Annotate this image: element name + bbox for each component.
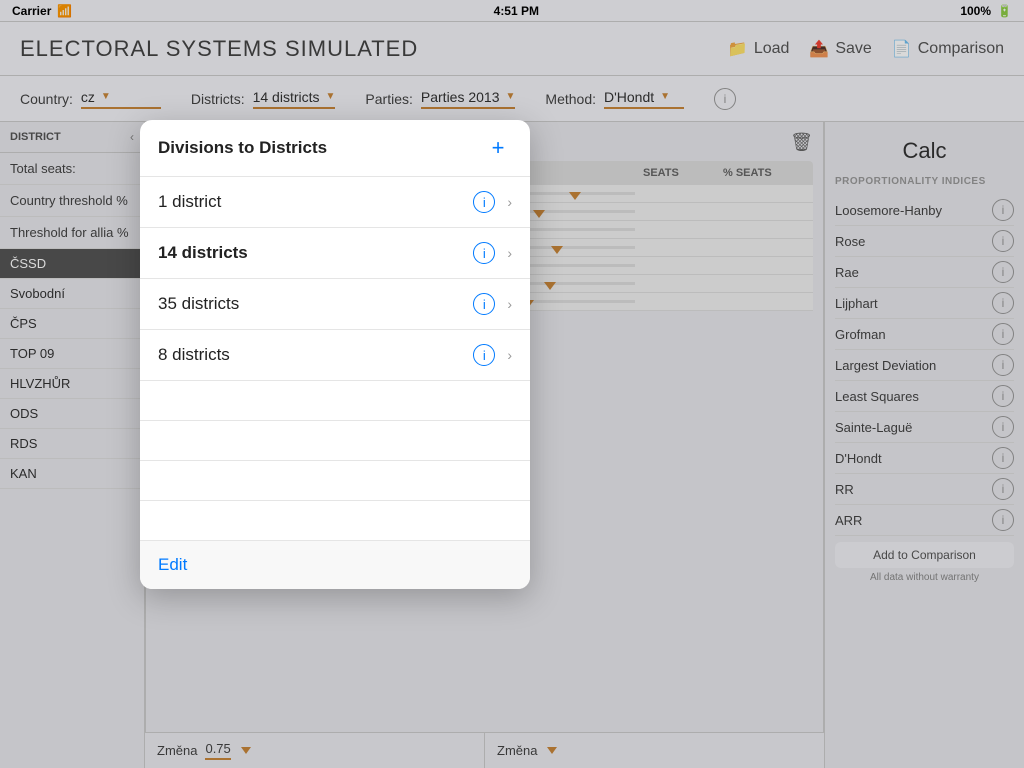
dropdown-header: Divisions to Districts +: [140, 120, 530, 177]
dropdown-footer: Edit: [140, 541, 530, 589]
dropdown-chevron-icon: ›: [507, 245, 512, 261]
dropdown-info-btn-3[interactable]: i: [473, 293, 495, 315]
dropdown-info-btn-2[interactable]: i: [473, 242, 495, 264]
dropdown-chevron-icon: ›: [507, 296, 512, 312]
dropdown-item-14districts[interactable]: 14 districts i ›: [140, 228, 530, 279]
dropdown-panel: Divisions to Districts + 1 district i › …: [140, 120, 530, 589]
dropdown-edit-button[interactable]: Edit: [158, 555, 187, 575]
dropdown-item-label: 35 districts: [158, 294, 473, 314]
dropdown-chevron-icon: ›: [507, 347, 512, 363]
dropdown-item-8districts[interactable]: 8 districts i ›: [140, 330, 530, 381]
dropdown-item-1district[interactable]: 1 district i ›: [140, 177, 530, 228]
dropdown-empty-row: [140, 501, 530, 541]
dropdown-title: Divisions to Districts: [158, 138, 327, 158]
dropdown-chevron-icon: ›: [507, 194, 512, 210]
dropdown-empty-row: [140, 421, 530, 461]
dropdown-item-35districts[interactable]: 35 districts i ›: [140, 279, 530, 330]
dropdown-item-label: 1 district: [158, 192, 473, 212]
dropdown-item-label: 8 districts: [158, 345, 473, 365]
dropdown-item-label: 14 districts: [158, 243, 473, 263]
dropdown-info-btn-1[interactable]: i: [473, 191, 495, 213]
dropdown-add-button[interactable]: +: [484, 134, 512, 162]
dropdown-empty-row: [140, 381, 530, 421]
dropdown-info-btn-4[interactable]: i: [473, 344, 495, 366]
dropdown-empty-row: [140, 461, 530, 501]
